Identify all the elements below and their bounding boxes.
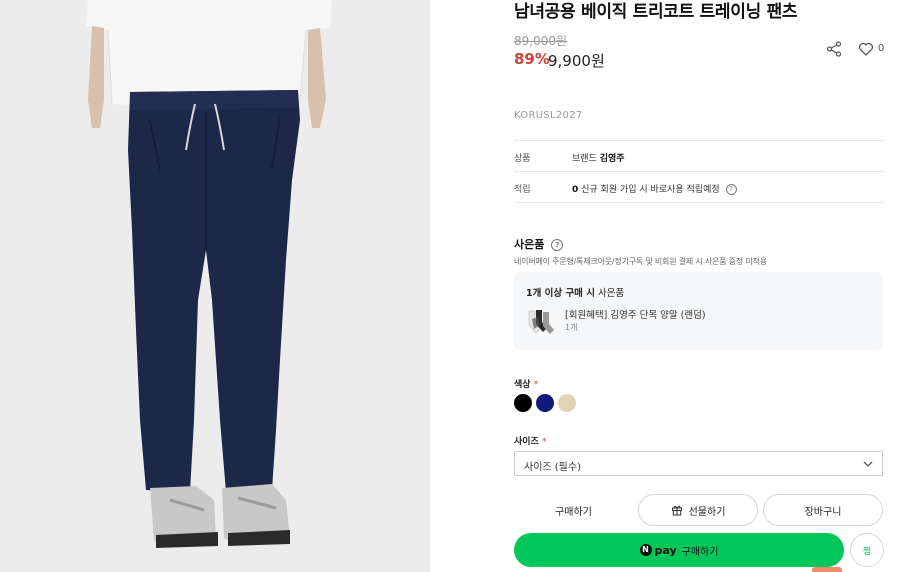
buy-button-label: 구매하기: [555, 506, 592, 518]
gift-box: 1개 이상 구매 시 사은품 [회원혜택] 김영주 단목 양말 (랜덤) 1개: [514, 272, 883, 350]
color-swatch-beige[interactable]: [558, 394, 576, 412]
required-mark: *: [541, 437, 547, 447]
brand-name[interactable]: 김영주: [600, 154, 625, 164]
heart-icon[interactable]: [858, 41, 874, 57]
points-text: 신규 회원 가입 시 바로사용 적립예정: [581, 185, 720, 195]
npay-logo-icon: N: [639, 544, 652, 556]
gift-button-label: 선물하기: [688, 506, 726, 518]
gift-title-text: 사은품: [514, 238, 545, 251]
brand-prefix: 브랜드: [572, 154, 597, 164]
npay-buy-label: 구매하기: [681, 546, 719, 558]
cart-button[interactable]: 장바구니: [763, 494, 883, 526]
gift-item-qty: 1개: [565, 323, 578, 332]
gift-item-name: [회원혜택] 김영주 단목 양말 (랜덤): [565, 310, 706, 321]
color-label-text: 색상: [514, 380, 531, 390]
share-icon[interactable]: [826, 41, 842, 57]
product-info-table: 상품 브랜드 김영주 적립 0 신규 회원 가입 시 바로사용 적립예정 ?: [514, 140, 884, 203]
color-swatch-black[interactable]: [514, 394, 532, 412]
socks-thumbnail: [526, 307, 556, 337]
chevron-down-icon: [863, 461, 873, 467]
size-select[interactable]: 사이즈 (필수): [514, 451, 883, 476]
info-label: 적립: [514, 185, 531, 195]
npay-buy-button[interactable]: N pay 구매하기: [514, 533, 844, 567]
gift-section-title: 사은품 ?: [514, 236, 564, 252]
gift-condition: 1개 이상 구매 시 사은품: [526, 285, 624, 299]
like-count: 0: [878, 43, 885, 54]
info-label: 상품: [514, 154, 531, 164]
required-mark: *: [533, 380, 539, 390]
product-code: KORUSL2027: [514, 110, 583, 121]
discount-rate: 89%: [514, 50, 550, 68]
buy-button[interactable]: 구매하기: [514, 494, 633, 526]
question-circle-icon[interactable]: ?: [551, 239, 564, 251]
gift-condition-bold: 1개 이상 구매 시: [526, 288, 595, 299]
question-circle-icon[interactable]: ?: [725, 184, 737, 195]
npay-logo-text: pay: [654, 543, 677, 557]
product-detail-panel: 남녀공용 베이직 트리코트 트레이닝 팬츠 89,000원 89% 9,900원…: [514, 0, 884, 572]
gift-icon: [671, 505, 682, 516]
color-option-label: 색상 *: [514, 377, 538, 390]
cart-button-label: 장바구니: [804, 506, 842, 518]
size-option-label: 사이즈 *: [514, 434, 546, 447]
size-select-value: 사이즈 (필수): [524, 462, 581, 473]
product-title: 남녀공용 베이직 트리코트 트레이닝 팬츠: [514, 2, 798, 22]
zzim-label: 찜: [862, 546, 872, 557]
size-label-text: 사이즈: [514, 437, 539, 447]
info-row-points: 적립 0 신규 회원 가입 시 바로사용 적립예정 ?: [514, 172, 884, 203]
product-photo-illustration: [0, 0, 430, 572]
product-image: [0, 0, 430, 572]
points-amount: 0: [572, 185, 579, 195]
floating-tab-edge[interactable]: [812, 567, 842, 572]
sale-price: 9,900원: [548, 52, 605, 70]
original-price: 89,000원: [514, 34, 568, 48]
info-value: 브랜드 김영주: [572, 151, 625, 164]
gift-notice: 네이버페이 주문형/톡체크아웃/정기구독 및 비회원 결제 시 사은품 증정 미…: [514, 257, 767, 266]
zzim-button[interactable]: 찜: [850, 533, 884, 567]
gift-button[interactable]: 선물하기: [638, 494, 758, 526]
info-row-brand: 상품 브랜드 김영주: [514, 141, 884, 172]
color-swatch-navy[interactable]: [536, 394, 554, 412]
info-value: 0 신규 회원 가입 시 바로사용 적립예정 ?: [572, 182, 737, 195]
gift-condition-rest: 사은품: [598, 288, 625, 299]
